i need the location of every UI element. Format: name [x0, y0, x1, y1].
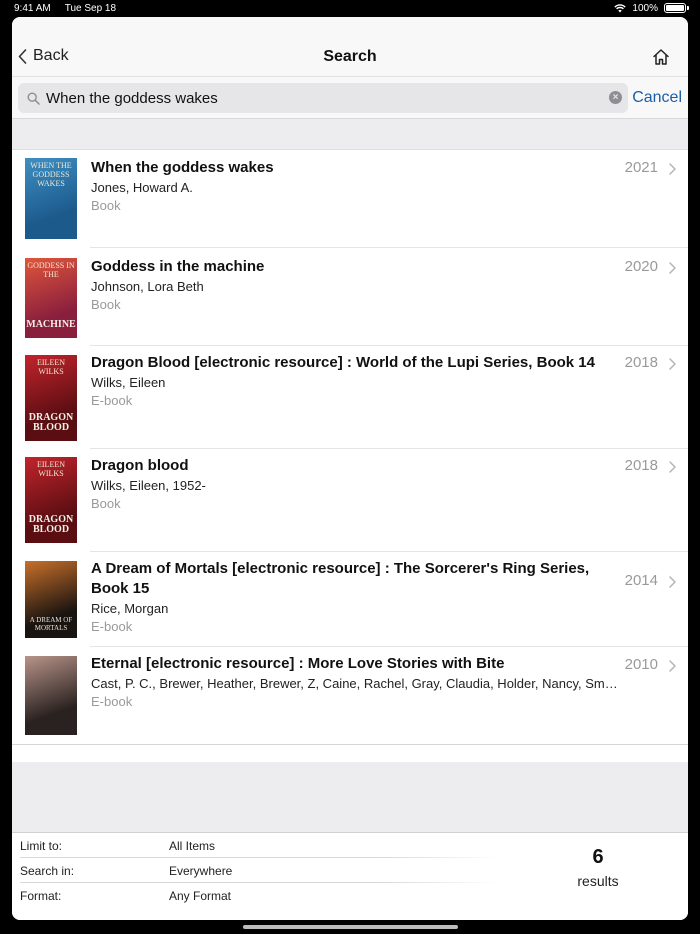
cover-text: DRAGON BLOOD [28, 412, 74, 433]
result-format: Book [91, 297, 121, 312]
result-row[interactable]: A DREAM OF MORTALS A Dream of Mortals [el… [12, 552, 688, 647]
result-info: Goddess in the machine Johnson, Lora Beth… [91, 257, 618, 314]
chevron-right-icon [669, 163, 676, 175]
result-info: A Dream of Mortals [electronic resource]… [91, 559, 618, 636]
cover-text: MACHINE [26, 319, 76, 330]
results-list: WHEN THE GODDESS WAKES When the goddess w… [12, 150, 688, 745]
chevron-right-icon [669, 262, 676, 274]
result-author: Wilks, Eileen, 1952- [91, 478, 206, 493]
book-cover-image: GODDESS IN THE MACHINE [25, 258, 77, 338]
search-sheet: Back Search × Cancel WHEN THE GODDESS WA… [12, 17, 688, 920]
filter-limit-to[interactable]: Limit to: All Items [20, 833, 500, 858]
filter-value: Everywhere [169, 863, 233, 878]
search-input[interactable] [46, 89, 586, 107]
search-field[interactable]: × [18, 83, 628, 113]
result-year: 2018 [624, 354, 658, 371]
chevron-right-icon [669, 461, 676, 473]
book-cover-image: A DREAM OF MORTALS [25, 561, 77, 638]
result-row[interactable]: WHEN THE GODDESS WAKES When the goddess w… [12, 150, 688, 248]
status-bar: 9:41 AM Tue Sep 18 100% [0, 0, 700, 16]
result-row[interactable]: Eternal [electronic resource] : More Lov… [12, 647, 688, 745]
result-year: 2010 [624, 656, 658, 673]
cancel-button[interactable]: Cancel [632, 89, 682, 107]
results-count-number: 6 [592, 846, 604, 868]
filter-value: Any Format [169, 888, 232, 903]
result-row[interactable]: EILEEN WILKS DRAGON BLOOD Dragon Blood [el… [12, 346, 688, 449]
clear-search-icon[interactable]: × [609, 91, 622, 104]
results-count: 6 results [558, 845, 638, 891]
result-title: When the goddess wakes [91, 159, 274, 176]
result-row[interactable]: EILEEN WILKS DRAGON BLOOD Dragon blood Wilk… [12, 449, 688, 552]
section-spacer [12, 119, 688, 150]
cover-text: DRAGON BLOOD [28, 514, 74, 535]
result-year: 2021 [624, 159, 658, 176]
result-title: Goddess in the machine [91, 258, 265, 275]
result-author: Rice, Morgan [91, 601, 169, 616]
navigation-bar: Back Search [12, 17, 688, 77]
result-title: A Dream of Mortals [electronic resource]… [91, 560, 590, 597]
cover-text: EILEEN WILKS [37, 460, 65, 478]
filter-label: Format: [20, 888, 62, 903]
result-format: E-book [91, 619, 133, 634]
result-row[interactable]: GODDESS IN THE MACHINE Goddess in the mach… [12, 248, 688, 346]
result-info: Dragon Blood [electronic resource] : Wor… [91, 353, 618, 410]
filter-format[interactable]: Format: Any Format [20, 883, 500, 908]
result-format: Book [91, 198, 121, 213]
battery-percent: 100% [632, 2, 658, 14]
result-year: 2014 [624, 572, 658, 589]
battery-icon [664, 3, 689, 13]
result-format: E-book [91, 694, 133, 709]
book-cover-image [25, 656, 77, 735]
result-title: Dragon blood [91, 457, 189, 474]
book-cover-image: EILEEN WILKS DRAGON BLOOD [25, 355, 77, 441]
wifi-icon [614, 3, 627, 12]
filter-label: Search in: [20, 863, 75, 878]
filter-label: Limit to: [20, 838, 63, 853]
result-format: E-book [91, 393, 133, 408]
result-year: 2018 [624, 457, 658, 474]
status-right: 100% [614, 2, 689, 14]
chevron-right-icon [669, 660, 676, 672]
filter-search-in[interactable]: Search in: Everywhere [20, 858, 500, 883]
chevron-right-icon [669, 358, 676, 370]
result-author: Johnson, Lora Beth [91, 279, 204, 294]
home-indicator[interactable] [243, 925, 458, 929]
cover-text: A DREAM OF MORTALS [29, 616, 73, 632]
search-row: × Cancel [12, 77, 688, 119]
cover-text: EILEEN WILKS [37, 358, 65, 376]
search-footer: Limit to: All Items Search in: Everywher… [12, 832, 688, 920]
result-author: Wilks, Eileen [91, 375, 166, 390]
book-cover-image: EILEEN WILKS DRAGON BLOOD [25, 457, 77, 543]
page-title: Search [323, 48, 377, 65]
cover-text: WHEN THE GODDESS WAKES [30, 161, 72, 188]
result-author: Jones, Howard A. [91, 180, 193, 195]
cover-text: GODDESS IN THE [27, 261, 75, 279]
result-year: 2020 [624, 258, 658, 275]
row-divider [12, 744, 688, 745]
filter-value: All Items [169, 838, 216, 853]
chevron-right-icon [669, 576, 676, 588]
status-date: Tue Sep 18 [64, 2, 117, 14]
result-info: Eternal [electronic resource] : More Lov… [91, 654, 618, 711]
result-info: When the goddess wakes Jones, Howard A. Bo… [91, 158, 618, 215]
search-icon [27, 91, 40, 105]
result-info: Dragon blood Wilks, Eileen, 1952- Book [91, 456, 618, 513]
result-author: Cast, P. C., Brewer, Heather, Brewer, Z,… [91, 676, 618, 691]
home-icon[interactable] [652, 48, 670, 66]
results-count-label: results [577, 873, 619, 889]
result-format: Book [91, 496, 121, 511]
book-cover-image: WHEN THE GODDESS WAKES [25, 158, 77, 239]
result-title: Eternal [electronic resource] : More Lov… [91, 655, 505, 672]
result-title: Dragon Blood [electronic resource] : Wor… [91, 354, 595, 371]
status-time: 9:41 AM [14, 2, 51, 14]
